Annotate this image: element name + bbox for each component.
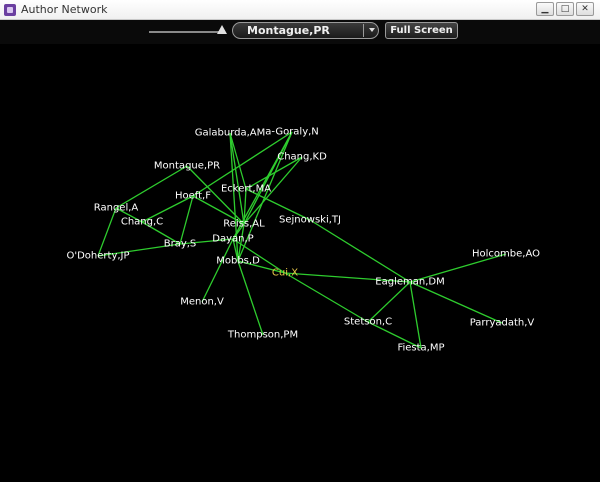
chevron-down-icon[interactable] xyxy=(369,28,375,32)
node-hoeft[interactable]: Hoeft,F xyxy=(175,191,211,202)
node-odoherty[interactable]: O'Doherty,JP xyxy=(66,251,129,262)
select-divider xyxy=(363,24,364,37)
node-menon[interactable]: Menon,V xyxy=(180,297,224,308)
network-canvas[interactable]: Galaburda,AM a-Goraly,N Chang,KD Montague,P… xyxy=(0,44,600,478)
node-reiss[interactable]: Reiss,AL xyxy=(223,219,264,230)
full-screen-button[interactable]: Full Screen xyxy=(385,22,458,39)
edge-eagleman-fiesta xyxy=(409,281,422,349)
node-bray[interactable]: Bray,S xyxy=(164,239,197,250)
node-sejnowski[interactable]: Sejnowski,TJ xyxy=(279,215,341,226)
edge-rangel-odoherty xyxy=(97,207,117,257)
node-changc[interactable]: Chang,C xyxy=(121,217,163,228)
node-thompson[interactable]: Thompson,PM xyxy=(228,330,298,341)
maximize-button[interactable]: □ xyxy=(556,2,574,16)
node-stetson[interactable]: Stetson,C xyxy=(344,317,392,328)
author-network-window: Author Network ▁ □ ✕ Montague,PR Full Sc… xyxy=(0,0,600,478)
node-rangel[interactable]: Rangel,A xyxy=(94,203,139,214)
graph-app-icon xyxy=(4,4,16,16)
node-holcombe[interactable]: Holcombe,AO xyxy=(472,249,540,260)
edge-cui-stetson xyxy=(284,272,369,323)
window-controls: ▁ □ ✕ xyxy=(536,2,594,16)
edge-sejnowski-eagleman xyxy=(309,219,411,283)
node-fiesta[interactable]: Fiesta,MP xyxy=(397,343,444,354)
node-galaburda[interactable]: Galaburda,AM xyxy=(195,128,266,139)
title-bar: Author Network ▁ □ ✕ xyxy=(0,0,600,20)
node-eckert[interactable]: Eckert,MA xyxy=(221,184,271,195)
node-montague[interactable]: Montague,PR xyxy=(154,161,220,172)
edge-dayan-menon xyxy=(201,238,234,303)
node-dayan[interactable]: Dayan,P xyxy=(212,234,253,245)
node-agoraly[interactable]: a-Goraly,N xyxy=(265,127,319,138)
node-cui[interactable]: Cui,X xyxy=(272,268,298,279)
zoom-slider[interactable] xyxy=(149,31,225,33)
edge-mobbs-thompson xyxy=(237,260,264,336)
edge-hoeft-bray xyxy=(179,195,194,245)
node-mobbs[interactable]: Mobbs,D xyxy=(216,256,260,267)
edge-galaburda-reiss xyxy=(229,132,245,225)
node-changkd[interactable]: Chang,KD xyxy=(277,152,327,163)
window-title: Author Network xyxy=(21,3,108,16)
author-select-value: Montague,PR xyxy=(247,24,330,37)
close-button[interactable]: ✕ xyxy=(576,2,594,16)
minimize-button[interactable]: ▁ xyxy=(536,2,554,16)
author-select[interactable]: Montague,PR xyxy=(232,22,379,39)
node-parryadath[interactable]: Parryadath,V xyxy=(470,318,535,329)
node-eagleman[interactable]: Eagleman,DM xyxy=(375,277,444,288)
slider-thumb-icon[interactable] xyxy=(217,25,227,34)
